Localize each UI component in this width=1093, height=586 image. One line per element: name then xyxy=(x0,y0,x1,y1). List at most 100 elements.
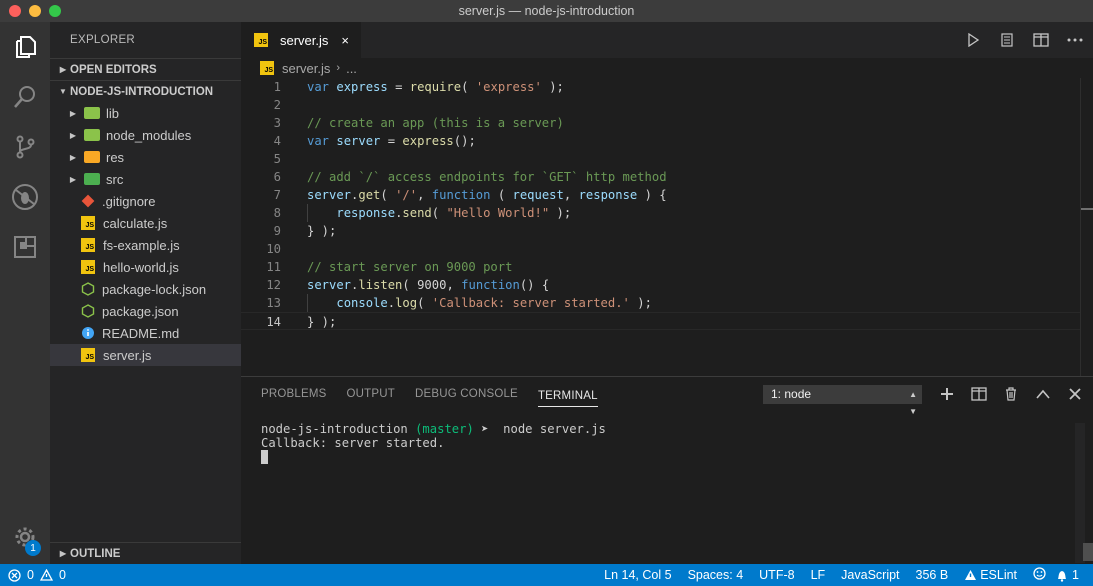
settings-badge: 1 xyxy=(25,540,41,556)
tree-item[interactable]: JS fs-example.js xyxy=(50,234,241,256)
terminal-scroll-thumb[interactable] xyxy=(1083,543,1093,561)
code-token: response xyxy=(578,188,638,202)
problems-status[interactable]: 0 0 xyxy=(0,568,66,582)
tree-item[interactable]: JS hello-world.js xyxy=(50,256,241,278)
outline-label: OUTLINE xyxy=(70,547,121,560)
code-line: 9} ); xyxy=(241,222,1081,240)
terminal-prompt-line: node-js-introduction (master) ➤ node ser… xyxy=(261,422,606,436)
tree-item-label: res xyxy=(106,149,125,165)
eol-status[interactable]: LF xyxy=(811,568,826,582)
maximize-panel-icon[interactable] xyxy=(1033,384,1053,404)
eslint-status[interactable]: ESLint xyxy=(964,568,1017,582)
search-icon[interactable] xyxy=(10,82,40,112)
terminal-scrollbar[interactable] xyxy=(1075,423,1085,563)
tree-item[interactable]: ▶ res xyxy=(50,146,241,168)
code-text: console.log( 'Callback: server started.'… xyxy=(307,294,652,312)
code-editor[interactable]: 1 var express = require( 'express' ); 2 3//… xyxy=(241,78,1081,330)
panel-tab[interactable]: DEBUG CONSOLE xyxy=(415,377,518,412)
panel-tab[interactable]: OUTPUT xyxy=(347,377,395,412)
indentation-status[interactable]: Spaces: 4 xyxy=(688,568,744,582)
prompt-branch: (master) xyxy=(415,422,474,436)
notifications-status[interactable]: 1 xyxy=(1056,568,1079,582)
tree-item[interactable]: package-lock.json xyxy=(50,278,241,300)
tree-item-label: node_modules xyxy=(106,127,192,143)
explorer-title: EXPLORER xyxy=(70,34,136,46)
tree-item[interactable]: ▶ node_modules xyxy=(50,124,241,146)
code-token: = xyxy=(380,134,403,148)
line-number: 2 xyxy=(273,98,281,112)
project-section[interactable]: ▼ NODE-JS-INTRODUCTION xyxy=(50,80,241,102)
folder-icon xyxy=(84,129,100,141)
extensions-icon[interactable] xyxy=(10,232,40,262)
js-file-icon: JS xyxy=(254,33,268,47)
prompt-directory: node-js-introduction xyxy=(261,422,408,436)
line-number: 6 xyxy=(273,170,281,184)
tree-item[interactable]: ▶ lib xyxy=(50,102,241,124)
maximize-window-button[interactable] xyxy=(49,5,61,17)
close-tab-icon[interactable]: × xyxy=(341,33,349,48)
language-mode[interactable]: JavaScript xyxy=(841,568,899,582)
code-token: // add `/` access endpoints for `GET` ht… xyxy=(307,170,667,184)
tree-item[interactable]: README.md xyxy=(50,322,241,344)
kill-terminal-icon[interactable] xyxy=(1001,384,1021,404)
tree-item[interactable]: JS calculate.js xyxy=(50,212,241,234)
cursor-position[interactable]: Ln 14, Col 5 xyxy=(604,568,671,582)
new-terminal-icon[interactable] xyxy=(937,384,957,404)
js-file-icon: JS xyxy=(81,238,95,252)
code-token: log xyxy=(395,296,418,310)
code-token: ) { xyxy=(637,188,667,202)
close-window-button[interactable] xyxy=(9,5,21,17)
breadcrumb-file[interactable]: server.js xyxy=(282,61,330,76)
code-token: , xyxy=(417,188,432,202)
tab-server-js[interactable]: JS server.js × xyxy=(241,22,361,58)
project-label: NODE-JS-INTRODUCTION xyxy=(70,85,214,98)
code-line: 12 server.listen( 9000, function() { xyxy=(241,276,1081,294)
js-file-icon: JS xyxy=(81,216,95,230)
tree-item[interactable]: ▶ src xyxy=(50,168,241,190)
feedback-smiley-icon[interactable] xyxy=(1033,567,1046,583)
code-token: ( xyxy=(417,296,432,310)
line-number: 9 xyxy=(273,224,281,238)
more-actions-icon[interactable] xyxy=(1065,30,1085,50)
chevron-right-icon: ▶ xyxy=(59,65,67,74)
terminal-output[interactable]: node-js-introduction (master) ➤ node ser… xyxy=(261,422,606,464)
code-token: response xyxy=(336,206,396,220)
code-line: 5 xyxy=(241,150,1081,168)
line-number: 1 xyxy=(273,80,281,94)
debug-icon[interactable] xyxy=(10,182,40,212)
code-token: ); xyxy=(629,296,652,310)
line-number: 12 xyxy=(266,278,281,292)
nodejs-file-icon xyxy=(80,303,96,319)
editor-scrollbar[interactable] xyxy=(1080,78,1081,376)
source-control-icon[interactable] xyxy=(10,132,40,162)
editor-tabs: JS server.js × xyxy=(241,22,1093,58)
status-bar: 0 0 Ln 14, Col 5 Spaces: 4 UTF-8 LF Java… xyxy=(0,564,1093,586)
split-editor-icon[interactable] xyxy=(1031,30,1051,50)
open-preview-icon[interactable] xyxy=(997,30,1017,50)
split-terminal-icon[interactable] xyxy=(969,384,989,404)
tree-item[interactable]: JS server.js xyxy=(50,344,241,366)
code-line: 6 // add `/` access endpoints for `GET` h… xyxy=(241,168,1081,186)
close-panel-icon[interactable] xyxy=(1065,384,1085,404)
outline-section[interactable]: ▶ OUTLINE xyxy=(50,542,241,564)
tree-item[interactable]: package.json xyxy=(50,300,241,322)
panel-tab[interactable]: PROBLEMS xyxy=(261,377,327,412)
panel-tab[interactable]: TERMINAL xyxy=(537,385,598,407)
open-editors-section[interactable]: ▶ OPEN EDITORS xyxy=(50,58,241,80)
code-text: server.get( '/', function ( request, res… xyxy=(307,186,667,204)
code-token: var xyxy=(307,80,330,94)
terminal-select[interactable]: 1: node ▲ ▼ xyxy=(763,385,922,416)
folder-icon xyxy=(84,173,100,185)
files-icon[interactable] xyxy=(10,32,40,62)
minimize-window-button[interactable] xyxy=(29,5,41,17)
warning-icon xyxy=(39,569,53,581)
code-text: var server = express(); xyxy=(307,132,476,150)
warning-icon xyxy=(964,569,977,581)
encoding-status[interactable]: UTF-8 xyxy=(759,568,794,582)
bottom-panel: PROBLEMS OUTPUT DEBUG CONSOLE TERMINAL 1: n… xyxy=(241,376,1093,564)
run-icon[interactable] xyxy=(963,30,983,50)
tree-item-label: package.json xyxy=(102,303,179,319)
tree-item[interactable]: .gitignore xyxy=(50,190,241,212)
breadcrumb-rest[interactable]: ... xyxy=(346,61,357,76)
